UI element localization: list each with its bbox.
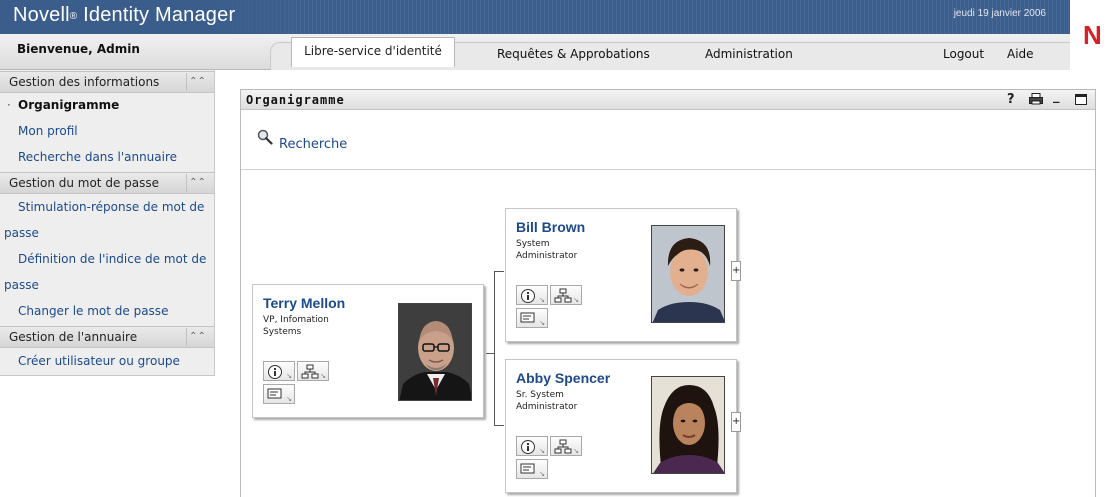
current-date: jeudi 19 janvier 2006: [953, 8, 1046, 19]
group-title: Gestion de l'annuaire: [9, 330, 138, 344]
person-title-line: Systems: [263, 327, 302, 337]
registered-mark: ®: [69, 11, 78, 22]
org-chart-icon[interactable]: ↘: [550, 285, 582, 305]
chevron-corner-icon: ↘: [539, 296, 545, 304]
person-title-line: System: [516, 239, 550, 249]
sidebar-item-create-user-group[interactable]: Créer utilisateur ou groupe: [0, 354, 214, 368]
info-icon[interactable]: ↘: [263, 361, 295, 381]
sidebar-item-label: Organigramme: [18, 98, 120, 112]
search-label: Recherche: [279, 137, 348, 152]
search-bar: Recherche: [241, 110, 1095, 170]
bullet-icon: ·: [7, 98, 11, 112]
nav-bar: Bienvenue, Admin Libre-service d'identit…: [0, 34, 1070, 70]
group-directory-management[interactable]: Gestion de l'annuaire ⌃⌃: [0, 326, 214, 348]
info-icon[interactable]: ↘: [516, 285, 548, 305]
product-title: Novell® Identity Manager: [13, 4, 235, 27]
person-card-terry-mellon: Terry Mellon VP, Infomation Systems ↘ ↘ …: [252, 284, 484, 418]
bald-man-glasses-portrait: [398, 303, 472, 401]
chevron-corner-icon: ↘: [320, 372, 326, 380]
group-title: Gestion du mot de passe: [9, 176, 159, 190]
sidebar-item-my-profile[interactable]: Mon profil: [0, 124, 214, 138]
chevron-corner-icon: ↘: [573, 296, 579, 304]
double-chevron-up-icon[interactable]: ⌃⌃: [186, 328, 208, 346]
sidebar: Gestion des informations ⌃⌃ · Organigram…: [0, 70, 215, 376]
connector-line: [486, 353, 494, 354]
product-name: Identity Manager: [83, 4, 236, 26]
person-card-bill-brown: Bill Brown System Administrator + ↘ ↘ ↘: [505, 208, 741, 342]
print-icon[interactable]: [1029, 93, 1043, 109]
person-title-line: Sr. System: [516, 390, 564, 400]
expand-button[interactable]: +: [731, 261, 741, 281]
header-banner: Novell® Identity Manager jeudi 19 janvie…: [0, 0, 1070, 34]
sidebar-item-challenge-response[interactable]: Stimulation-réponse de mot de: [0, 200, 214, 214]
welcome-text: Bienvenue, Admin: [17, 42, 140, 56]
tab-identity-self-service[interactable]: Libre-service d'identité: [291, 37, 455, 67]
person-name-link[interactable]: Bill Brown: [516, 219, 585, 235]
double-chevron-up-icon[interactable]: ⌃⌃: [186, 73, 208, 91]
org-chart-portlet: Organigramme ? _ Recherche Terry Mellon …: [240, 89, 1096, 497]
sidebar-item-password-hint[interactable]: Définition de l'indice de mot de: [0, 252, 214, 266]
minimize-icon[interactable]: _: [1053, 89, 1060, 104]
help-link[interactable]: Aide: [1007, 47, 1034, 61]
sidebar-item-change-password[interactable]: Changer le mot de passe: [0, 304, 214, 318]
chevron-corner-icon: ↘: [539, 470, 545, 478]
logo-area: N: [1070, 0, 1113, 70]
email-icon[interactable]: ↘: [516, 459, 548, 479]
chevron-corner-icon: ↘: [286, 372, 292, 380]
info-icon[interactable]: ↘: [516, 436, 548, 456]
group-info-management[interactable]: Gestion des informations ⌃⌃: [0, 71, 214, 93]
tab-administration[interactable]: Administration: [705, 47, 793, 61]
group-title: Gestion des informations: [9, 75, 160, 89]
sidebar-item-org-chart[interactable]: · Organigramme: [0, 98, 214, 112]
logout-link[interactable]: Logout: [943, 47, 984, 61]
connector-line: [494, 271, 504, 272]
person-title-line: VP, Infomation: [263, 315, 329, 325]
connector-line: [494, 425, 504, 426]
portlet-title: Organigramme: [246, 93, 345, 107]
chevron-corner-icon: ↘: [539, 319, 545, 327]
sidebar-item-directory-search[interactable]: Recherche dans l'annuaire: [0, 150, 214, 164]
brand-name: Novell: [13, 4, 70, 26]
email-icon[interactable]: ↘: [516, 308, 548, 328]
dark-haired-man-portrait: [651, 225, 725, 323]
org-chart-icon[interactable]: ↘: [297, 361, 329, 381]
dark-haired-woman-portrait: [651, 376, 725, 474]
double-chevron-up-icon[interactable]: ⌃⌃: [186, 174, 208, 192]
novell-logo: N: [1083, 20, 1102, 50]
sidebar-item-password-hint-cont[interactable]: passe: [0, 278, 200, 292]
chevron-corner-icon: ↘: [539, 447, 545, 455]
person-title-line: Administrator: [516, 402, 578, 412]
help-icon[interactable]: ?: [1007, 92, 1015, 107]
person-name-link[interactable]: Terry Mellon: [263, 295, 345, 311]
person-name-link[interactable]: Abby Spencer: [516, 370, 610, 386]
connector-line: [494, 271, 495, 426]
tab-strip: Libre-service d'identité Requêtes & Appr…: [270, 37, 1070, 70]
org-chart-icon[interactable]: ↘: [550, 436, 582, 456]
group-password-management[interactable]: Gestion du mot de passe ⌃⌃: [0, 172, 214, 194]
magnifier-icon: [257, 129, 273, 148]
portlet-title-bar: Organigramme ? _: [241, 89, 1095, 110]
email-icon[interactable]: ↘: [263, 384, 295, 404]
person-card-abby-spencer: Abby Spencer Sr. System Administrator + …: [505, 359, 741, 493]
chevron-corner-icon: ↘: [286, 395, 292, 403]
chevron-corner-icon: ↘: [573, 447, 579, 455]
maximize-icon[interactable]: [1075, 94, 1087, 109]
expand-button[interactable]: +: [731, 412, 741, 432]
person-title-line: Administrator: [516, 251, 578, 261]
sidebar-item-challenge-response-cont[interactable]: passe: [0, 226, 200, 240]
tab-requests-approvals[interactable]: Requêtes & Approbations: [497, 47, 650, 61]
